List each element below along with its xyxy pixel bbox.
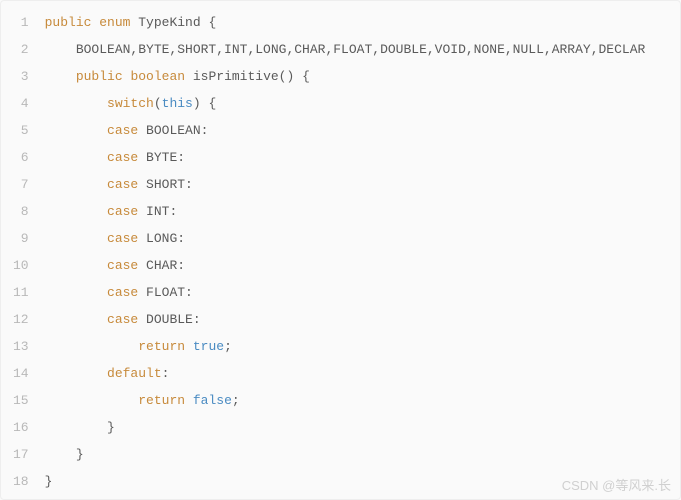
- line-number: 3: [13, 63, 29, 90]
- code-line: return false;: [45, 387, 680, 414]
- code-block: 123456789101112131415161718 public enum …: [0, 0, 681, 500]
- line-number: 15: [13, 387, 29, 414]
- line-number: 6: [13, 144, 29, 171]
- line-number: 8: [13, 198, 29, 225]
- code-line: case LONG:: [45, 225, 680, 252]
- line-number: 10: [13, 252, 29, 279]
- line-number: 4: [13, 90, 29, 117]
- line-number: 2: [13, 36, 29, 63]
- line-number-gutter: 123456789101112131415161718: [1, 9, 37, 491]
- code-line: public enum TypeKind {: [45, 9, 680, 36]
- code-line: }: [45, 414, 680, 441]
- line-number: 1: [13, 9, 29, 36]
- line-number: 14: [13, 360, 29, 387]
- code-line: default:: [45, 360, 680, 387]
- code-line: switch(this) {: [45, 90, 680, 117]
- line-number: 5: [13, 117, 29, 144]
- line-number: 9: [13, 225, 29, 252]
- line-number: 17: [13, 441, 29, 468]
- code-line: case FLOAT:: [45, 279, 680, 306]
- code-line: }: [45, 441, 680, 468]
- line-number: 11: [13, 279, 29, 306]
- line-number: 12: [13, 306, 29, 333]
- line-number: 13: [13, 333, 29, 360]
- code-line: }: [45, 468, 680, 491]
- code-line: case DOUBLE:: [45, 306, 680, 333]
- code-line: case CHAR:: [45, 252, 680, 279]
- code-line: case BOOLEAN:: [45, 117, 680, 144]
- code-line: case INT:: [45, 198, 680, 225]
- code-line: case SHORT:: [45, 171, 680, 198]
- code-line: return true;: [45, 333, 680, 360]
- code-line: BOOLEAN,BYTE,SHORT,INT,LONG,CHAR,FLOAT,D…: [45, 36, 680, 63]
- code-line: public boolean isPrimitive() {: [45, 63, 680, 90]
- line-number: 16: [13, 414, 29, 441]
- line-number: 7: [13, 171, 29, 198]
- code-line: case BYTE:: [45, 144, 680, 171]
- line-number: 18: [13, 468, 29, 495]
- code-content[interactable]: public enum TypeKind { BOOLEAN,BYTE,SHOR…: [37, 9, 680, 491]
